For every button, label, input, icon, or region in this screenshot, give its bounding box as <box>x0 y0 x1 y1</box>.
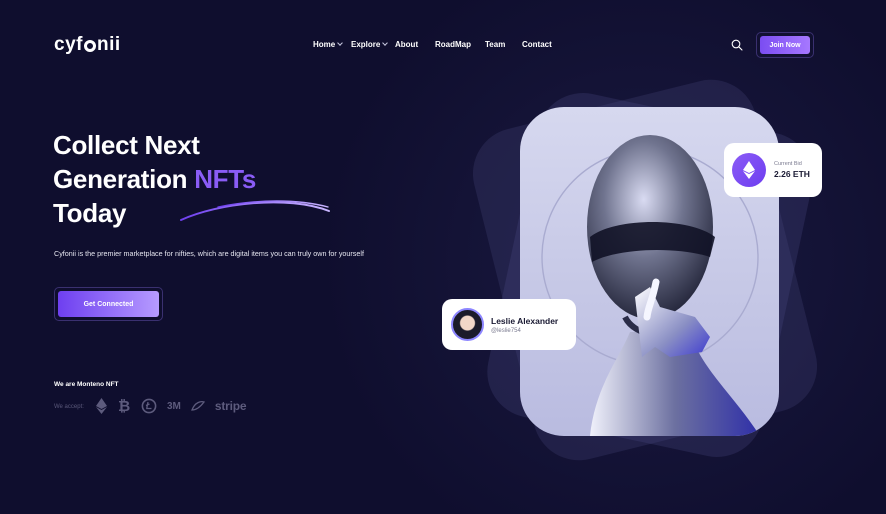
join-now-button[interactable]: Join Now <box>760 36 810 54</box>
nav-label: Contact <box>522 40 552 49</box>
main-nav: Home Explore About RoadMap Team Contact <box>313 40 562 49</box>
nav-item-home[interactable]: Home <box>313 40 351 49</box>
bid-text: Current Bid 2.26 ETH <box>774 161 810 179</box>
bid-label: Current Bid <box>774 161 802 167</box>
nav-item-roadmap[interactable]: RoadMap <box>435 40 485 49</box>
creator-card[interactable]: Leslie Alexander @leslie754 <box>442 299 576 350</box>
hero-line-3: Today <box>53 198 127 228</box>
nav-label: RoadMap <box>435 40 471 49</box>
ethereum-icon <box>96 398 107 414</box>
3m-logo: 3M <box>167 400 181 412</box>
hero-line-2-start: Generation <box>53 164 195 194</box>
hero-line-1: Collect Next <box>53 130 200 160</box>
nav-label: About <box>395 40 419 49</box>
nav-item-contact[interactable]: Contact <box>522 40 562 49</box>
nav-label: Explore <box>351 40 381 49</box>
hero-description: Cyfonii is the premier marketplace for n… <box>54 249 364 258</box>
ethereum-icon <box>743 161 755 179</box>
nav-label: Home <box>313 40 336 49</box>
eth-badge <box>732 153 766 187</box>
nav-item-explore[interactable]: Explore <box>351 40 395 49</box>
current-bid-card[interactable]: Current Bid 2.26 ETH <box>724 143 822 197</box>
join-button-frame: Join Now <box>756 32 814 58</box>
avatar <box>451 308 484 341</box>
nav-label: Team <box>485 40 506 49</box>
stripe-logo: stripe <box>214 399 247 413</box>
feather-icon <box>190 401 205 411</box>
swoosh-underline <box>180 200 330 221</box>
chevron-down-icon <box>382 40 389 46</box>
svg-text:₿: ₿ <box>118 398 130 414</box>
creator-handle: @leslie754 <box>491 327 521 334</box>
bitcoin-icon: ₿ <box>118 398 130 414</box>
search-icon[interactable] <box>731 39 743 51</box>
brand-tagline: We are Monteno NFT <box>54 381 119 388</box>
logo-text-start: cyf <box>54 34 83 55</box>
cta-button-frame: Get Connected <box>54 287 163 321</box>
hero-accent-word: NFTs <box>194 164 257 194</box>
creator-name: Leslie Alexander <box>491 315 559 326</box>
payment-logos: ₿ 3M stripe <box>96 398 247 414</box>
nav-item-team[interactable]: Team <box>485 40 522 49</box>
bid-value: 2.26 ETH <box>774 169 810 179</box>
we-accept-label: We accept: <box>54 404 84 410</box>
logo-text-end: nii <box>96 34 121 55</box>
nav-item-about[interactable]: About <box>395 40 435 49</box>
logo[interactable]: cyf nii <box>54 34 121 56</box>
creator-text: Leslie Alexander @leslie754 <box>491 316 558 334</box>
get-connected-button[interactable]: Get Connected <box>58 291 159 317</box>
litecoin-icon <box>141 398 157 414</box>
logo-ring-icon <box>83 40 96 52</box>
chevron-down-icon <box>337 40 344 46</box>
